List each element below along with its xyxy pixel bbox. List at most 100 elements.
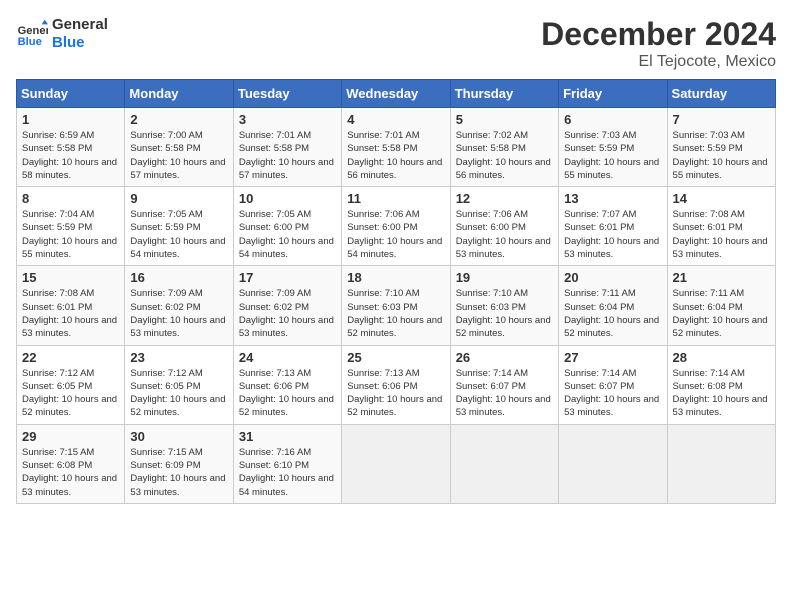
day-cell-23: 23 Sunrise: 7:12 AM Sunset: 6:05 PM Dayl…	[125, 345, 233, 424]
day-info-22: Sunrise: 7:12 AM Sunset: 6:05 PM Dayligh…	[22, 367, 119, 420]
day-info-20: Sunrise: 7:11 AM Sunset: 6:04 PM Dayligh…	[564, 287, 661, 340]
day-cell-2: 2 Sunrise: 7:00 AM Sunset: 5:58 PM Dayli…	[125, 108, 233, 187]
day-number-5: 5	[456, 112, 553, 127]
header-wednesday: Wednesday	[342, 80, 450, 108]
day-info-4: Sunrise: 7:01 AM Sunset: 5:58 PM Dayligh…	[347, 129, 444, 182]
day-cell-6: 6 Sunrise: 7:03 AM Sunset: 5:59 PM Dayli…	[559, 108, 667, 187]
day-number-26: 26	[456, 350, 553, 365]
day-cell-21: 21 Sunrise: 7:11 AM Sunset: 6:04 PM Dayl…	[667, 266, 775, 345]
svg-text:General: General	[18, 25, 48, 37]
day-info-11: Sunrise: 7:06 AM Sunset: 6:00 PM Dayligh…	[347, 208, 444, 261]
day-number-28: 28	[673, 350, 770, 365]
day-info-26: Sunrise: 7:14 AM Sunset: 6:07 PM Dayligh…	[456, 367, 553, 420]
day-cell-18: 18 Sunrise: 7:10 AM Sunset: 6:03 PM Dayl…	[342, 266, 450, 345]
empty-cell	[559, 424, 667, 503]
day-info-27: Sunrise: 7:14 AM Sunset: 6:07 PM Dayligh…	[564, 367, 661, 420]
calendar-week: 29 Sunrise: 7:15 AM Sunset: 6:08 PM Dayl…	[17, 424, 776, 503]
weekday-header-row: Sunday Monday Tuesday Wednesday Thursday…	[17, 80, 776, 108]
day-cell-7: 7 Sunrise: 7:03 AM Sunset: 5:59 PM Dayli…	[667, 108, 775, 187]
page-subtitle: El Tejocote, Mexico	[541, 53, 776, 71]
day-info-13: Sunrise: 7:07 AM Sunset: 6:01 PM Dayligh…	[564, 208, 661, 261]
day-cell-14: 14 Sunrise: 7:08 AM Sunset: 6:01 PM Dayl…	[667, 187, 775, 266]
day-number-18: 18	[347, 270, 444, 285]
day-cell-5: 5 Sunrise: 7:02 AM Sunset: 5:58 PM Dayli…	[450, 108, 558, 187]
day-cell-4: 4 Sunrise: 7:01 AM Sunset: 5:58 PM Dayli…	[342, 108, 450, 187]
calendar-week: 8 Sunrise: 7:04 AM Sunset: 5:59 PM Dayli…	[17, 187, 776, 266]
day-info-23: Sunrise: 7:12 AM Sunset: 6:05 PM Dayligh…	[130, 367, 227, 420]
day-number-27: 27	[564, 350, 661, 365]
day-info-9: Sunrise: 7:05 AM Sunset: 5:59 PM Dayligh…	[130, 208, 227, 261]
day-info-5: Sunrise: 7:02 AM Sunset: 5:58 PM Dayligh…	[456, 129, 553, 182]
calendar-week: 22 Sunrise: 7:12 AM Sunset: 6:05 PM Dayl…	[17, 345, 776, 424]
day-number-31: 31	[239, 429, 336, 444]
day-number-7: 7	[673, 112, 770, 127]
day-info-25: Sunrise: 7:13 AM Sunset: 6:06 PM Dayligh…	[347, 367, 444, 420]
day-info-3: Sunrise: 7:01 AM Sunset: 5:58 PM Dayligh…	[239, 129, 336, 182]
day-number-12: 12	[456, 191, 553, 206]
day-info-30: Sunrise: 7:15 AM Sunset: 6:09 PM Dayligh…	[130, 446, 227, 499]
logo-icon: General Blue	[16, 18, 48, 50]
calendar-week: 15 Sunrise: 7:08 AM Sunset: 6:01 PM Dayl…	[17, 266, 776, 345]
day-cell-16: 16 Sunrise: 7:09 AM Sunset: 6:02 PM Dayl…	[125, 266, 233, 345]
day-cell-3: 3 Sunrise: 7:01 AM Sunset: 5:58 PM Dayli…	[233, 108, 341, 187]
day-info-29: Sunrise: 7:15 AM Sunset: 6:08 PM Dayligh…	[22, 446, 119, 499]
day-number-16: 16	[130, 270, 227, 285]
day-number-2: 2	[130, 112, 227, 127]
day-number-8: 8	[22, 191, 119, 206]
day-number-30: 30	[130, 429, 227, 444]
day-number-20: 20	[564, 270, 661, 285]
day-info-1: Sunrise: 6:59 AM Sunset: 5:58 PM Dayligh…	[22, 129, 119, 182]
logo: General Blue General Blue	[16, 16, 108, 52]
empty-cell	[342, 424, 450, 503]
day-number-17: 17	[239, 270, 336, 285]
day-info-6: Sunrise: 7:03 AM Sunset: 5:59 PM Dayligh…	[564, 129, 661, 182]
day-number-4: 4	[347, 112, 444, 127]
logo-blue: Blue	[52, 34, 108, 52]
day-number-15: 15	[22, 270, 119, 285]
day-number-25: 25	[347, 350, 444, 365]
day-number-29: 29	[22, 429, 119, 444]
day-number-3: 3	[239, 112, 336, 127]
day-number-13: 13	[564, 191, 661, 206]
svg-text:Blue: Blue	[18, 36, 42, 48]
day-info-18: Sunrise: 7:10 AM Sunset: 6:03 PM Dayligh…	[347, 287, 444, 340]
day-info-31: Sunrise: 7:16 AM Sunset: 6:10 PM Dayligh…	[239, 446, 336, 499]
calendar-table: Sunday Monday Tuesday Wednesday Thursday…	[16, 79, 776, 504]
day-cell-17: 17 Sunrise: 7:09 AM Sunset: 6:02 PM Dayl…	[233, 266, 341, 345]
day-cell-26: 26 Sunrise: 7:14 AM Sunset: 6:07 PM Dayl…	[450, 345, 558, 424]
day-cell-29: 29 Sunrise: 7:15 AM Sunset: 6:08 PM Dayl…	[17, 424, 125, 503]
day-info-14: Sunrise: 7:08 AM Sunset: 6:01 PM Dayligh…	[673, 208, 770, 261]
day-cell-15: 15 Sunrise: 7:08 AM Sunset: 6:01 PM Dayl…	[17, 266, 125, 345]
day-info-28: Sunrise: 7:14 AM Sunset: 6:08 PM Dayligh…	[673, 367, 770, 420]
header-tuesday: Tuesday	[233, 80, 341, 108]
day-info-16: Sunrise: 7:09 AM Sunset: 6:02 PM Dayligh…	[130, 287, 227, 340]
day-info-17: Sunrise: 7:09 AM Sunset: 6:02 PM Dayligh…	[239, 287, 336, 340]
day-cell-27: 27 Sunrise: 7:14 AM Sunset: 6:07 PM Dayl…	[559, 345, 667, 424]
day-cell-22: 22 Sunrise: 7:12 AM Sunset: 6:05 PM Dayl…	[17, 345, 125, 424]
day-cell-28: 28 Sunrise: 7:14 AM Sunset: 6:08 PM Dayl…	[667, 345, 775, 424]
day-cell-24: 24 Sunrise: 7:13 AM Sunset: 6:06 PM Dayl…	[233, 345, 341, 424]
day-cell-10: 10 Sunrise: 7:05 AM Sunset: 6:00 PM Dayl…	[233, 187, 341, 266]
day-cell-12: 12 Sunrise: 7:06 AM Sunset: 6:00 PM Dayl…	[450, 187, 558, 266]
day-info-2: Sunrise: 7:00 AM Sunset: 5:58 PM Dayligh…	[130, 129, 227, 182]
day-cell-20: 20 Sunrise: 7:11 AM Sunset: 6:04 PM Dayl…	[559, 266, 667, 345]
header-thursday: Thursday	[450, 80, 558, 108]
day-number-22: 22	[22, 350, 119, 365]
header-monday: Monday	[125, 80, 233, 108]
day-number-14: 14	[673, 191, 770, 206]
title-block: December 2024 El Tejocote, Mexico	[541, 16, 776, 71]
day-number-23: 23	[130, 350, 227, 365]
day-cell-25: 25 Sunrise: 7:13 AM Sunset: 6:06 PM Dayl…	[342, 345, 450, 424]
day-number-11: 11	[347, 191, 444, 206]
day-cell-31: 31 Sunrise: 7:16 AM Sunset: 6:10 PM Dayl…	[233, 424, 341, 503]
empty-cell	[450, 424, 558, 503]
day-info-12: Sunrise: 7:06 AM Sunset: 6:00 PM Dayligh…	[456, 208, 553, 261]
header-saturday: Saturday	[667, 80, 775, 108]
day-cell-30: 30 Sunrise: 7:15 AM Sunset: 6:09 PM Dayl…	[125, 424, 233, 503]
day-number-6: 6	[564, 112, 661, 127]
header-friday: Friday	[559, 80, 667, 108]
day-number-10: 10	[239, 191, 336, 206]
day-info-8: Sunrise: 7:04 AM Sunset: 5:59 PM Dayligh…	[22, 208, 119, 261]
day-info-15: Sunrise: 7:08 AM Sunset: 6:01 PM Dayligh…	[22, 287, 119, 340]
day-cell-8: 8 Sunrise: 7:04 AM Sunset: 5:59 PM Dayli…	[17, 187, 125, 266]
